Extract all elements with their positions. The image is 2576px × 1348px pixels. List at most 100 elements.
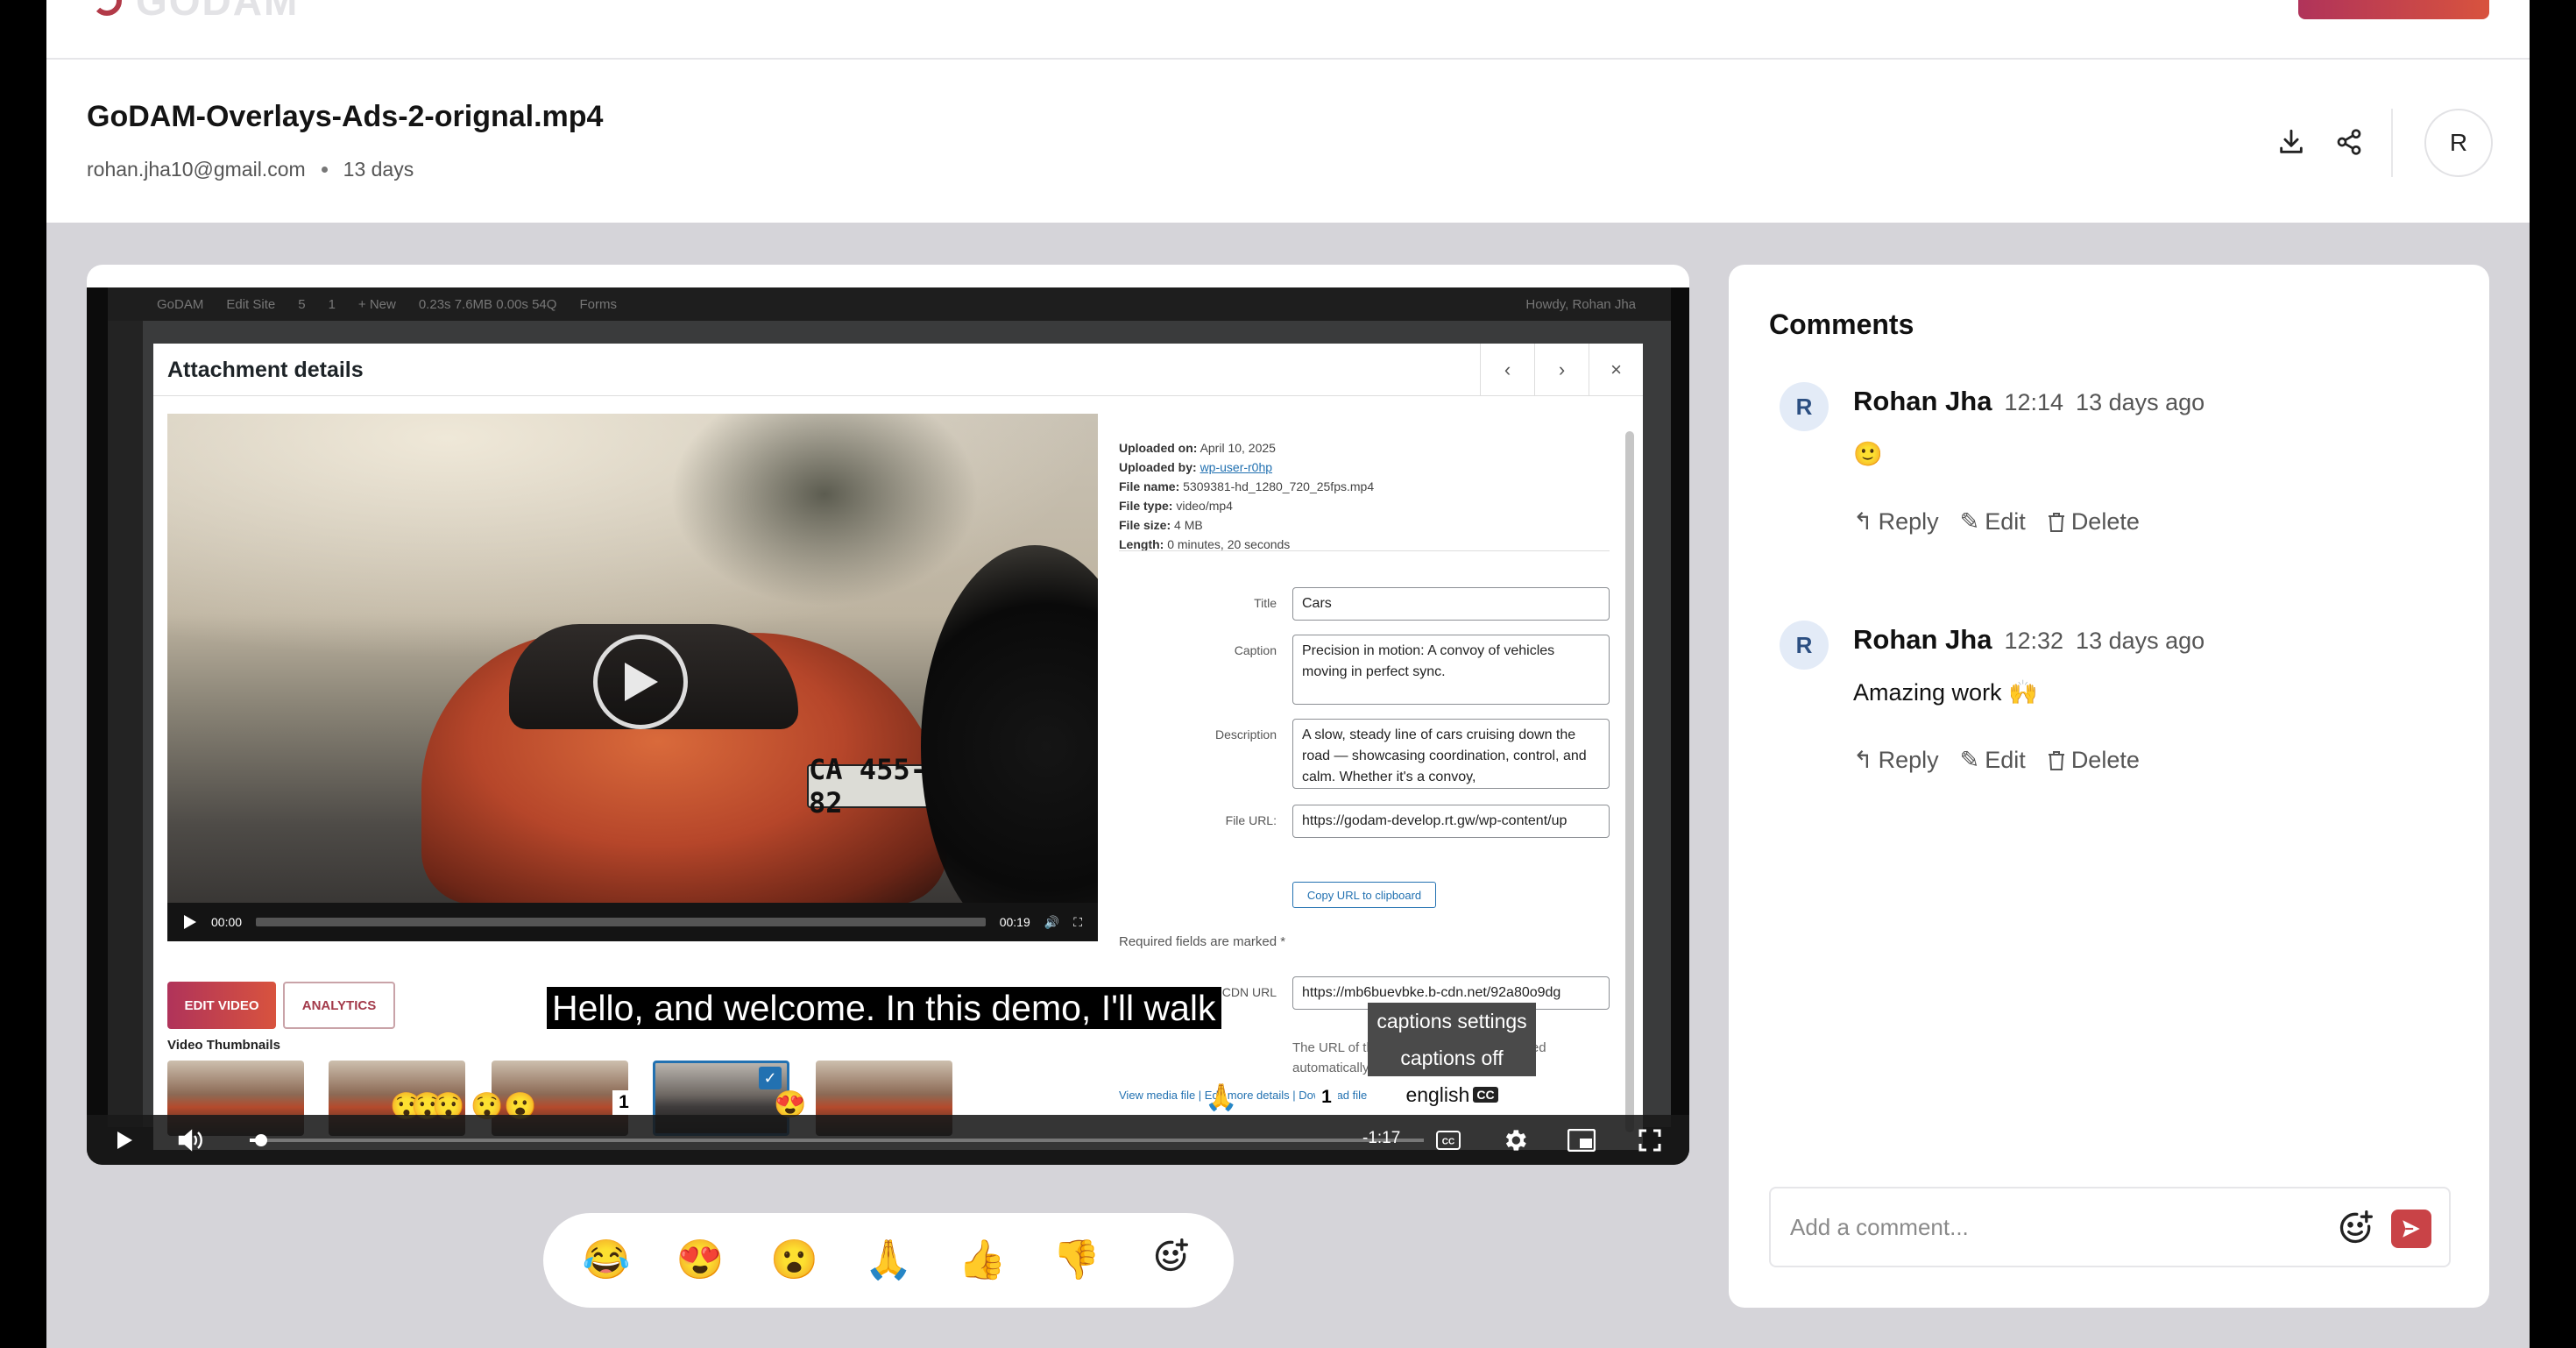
app-shell: GODAM GoDAM-Overlays-Ads-2-orignal.mp4 r… [46,0,2530,1348]
wp-bar-item: 5 [298,296,306,312]
avatar: R [1780,621,1829,670]
emoji-picker-icon[interactable] [2333,1206,2377,1250]
inner-video-frame: CA 455-82 00:00 00:19 🔊 ⛶ [167,414,1098,941]
meta-length: 0 minutes, 20 seconds [1167,537,1291,551]
pencil-icon: ✎ [1959,747,1980,773]
file-header: GoDAM-Overlays-Ads-2-orignal.mp4 rohan.j… [46,60,2530,223]
user-avatar[interactable]: R [2424,109,2493,177]
inner-play-icon [184,915,196,929]
scene-palm [658,414,991,615]
meta-divider [1119,550,1610,551]
video-progress-bar[interactable] [250,1139,1424,1142]
meta-label: File type: [1119,499,1173,513]
progress-scrubber[interactable] [255,1134,268,1146]
field-label: Description [1214,727,1277,741]
meta-label: File name: [1119,479,1180,493]
logo[interactable]: GODAM [92,0,299,25]
delete-button[interactable]: Delete [2047,747,2140,774]
reaction-wow-button[interactable]: 😮 [768,1239,821,1281]
captions-settings-item[interactable]: captions settings [1368,1003,1536,1039]
reply-button[interactable]: ↰ Reply [1853,508,1939,536]
edit-button[interactable]: ✎ Edit [1960,747,2026,774]
reply-icon: ↰ [1853,508,1873,535]
add-reaction-icon[interactable] [1144,1237,1197,1284]
send-button[interactable] [2391,1210,2431,1248]
comment-author: Rohan Jha [1853,386,1992,416]
send-icon [2403,1220,2420,1238]
modal-header: Attachment details ‹ › × [153,344,1643,396]
meta-label: Uploaded on: [1119,441,1198,455]
video-player[interactable]: GoDAM Edit Site 5 1 + New 0.23s 7.6MB 0.… [87,287,1689,1165]
pencil-icon: ✎ [1959,508,1980,535]
caption-field: Precision in motion: A convoy of vehicle… [1292,635,1610,705]
trash-icon [2048,750,2064,770]
delete-button[interactable]: Delete [2047,508,2140,536]
captions-english-label: english [1405,1082,1470,1106]
meta-file-type: video/mp4 [1176,499,1233,513]
meta-label: Uploaded by: [1119,460,1197,474]
wp-admin-sidebar [108,321,143,1127]
picture-in-picture-icon[interactable] [1564,1125,1599,1155]
meta-label: File size: [1119,518,1171,532]
comment-author: Rohan Jha [1853,624,1992,655]
comment-timestamp[interactable]: 12:32 [2004,628,2063,655]
meta-label: Length: [1119,537,1164,551]
wp-bar-item: + New [357,296,396,312]
reply-button[interactable]: ↰ Reply [1853,747,1939,774]
top-navbar: GODAM [46,0,2530,60]
share-icon[interactable] [2328,121,2370,163]
comment-timestamp[interactable]: 12:14 [2004,389,2063,416]
cc-badge: CC [1473,1087,1498,1103]
thumbnails-label: Video Thumbnails [167,1038,280,1053]
reaction-thumbs-down-button[interactable]: 👎 [1051,1239,1103,1281]
logo-text: GODAM [136,0,300,24]
download-icon[interactable] [2270,121,2312,163]
top-action-button[interactable] [2298,0,2489,19]
copy-url-button: Copy URL to clipboard [1292,882,1436,908]
avatar: R [1780,382,1829,431]
description-field: A slow, steady line of cars cruising dow… [1292,719,1610,789]
meta-uploaded-on: April 10, 2025 [1200,441,1276,455]
file-age: 13 days [343,158,414,181]
inner-fullscreen-icon: ⛶ [1073,914,1082,929]
captions-off-item[interactable]: captions off [1368,1039,1536,1076]
modal-close-icon: × [1589,344,1643,396]
volume-icon[interactable] [173,1125,208,1155]
field-label: Caption [1234,643,1277,657]
reaction-pray-button[interactable]: 🙏 [862,1239,915,1281]
play-overlay-icon [593,635,688,729]
inner-time-start: 00:00 [211,915,243,929]
time-remaining: -1:17 [1362,1129,1401,1147]
settings-gear-icon[interactable] [1497,1125,1532,1155]
video-controls: -1:17 CC [87,1115,1689,1165]
play-icon[interactable] [110,1125,139,1155]
captions-english-item[interactable]: english CC [1368,1076,1536,1113]
check-icon: ✓ [759,1067,782,1089]
title-field: Cars [1292,587,1610,621]
reaction-thumbs-up-button[interactable]: 👍 [956,1239,1008,1281]
wp-bar-item: GoDAM [157,296,204,312]
inner-volume-icon: 🔊 [1044,914,1060,929]
reaction-overlay-face: 🙏 [1205,1083,1238,1112]
reply-label: Reply [1878,747,1939,773]
comment-age: 13 days ago [2076,389,2205,415]
author-email: rohan.jha10@gmail.com [87,158,306,181]
comment-input[interactable] [1790,1210,2316,1245]
svg-text:CC: CC [1442,1138,1454,1147]
edit-button[interactable]: ✎ Edit [1960,508,2026,536]
reaction-laugh-button[interactable]: 😂 [580,1239,633,1281]
separator-dot [321,167,328,173]
inner-time-end: 00:19 [999,915,1030,929]
delete-label: Delete [2070,747,2140,773]
comment-age: 13 days ago [2076,628,2205,654]
inner-progress [256,918,986,926]
fullscreen-icon[interactable] [1632,1125,1667,1155]
page-title: GoDAM-Overlays-Ads-2-orignal.mp4 [87,100,604,133]
reaction-love-button[interactable]: 😍 [674,1239,726,1281]
modal-scrollbar [1625,431,1634,1132]
comments-title: Comments [1769,309,1914,340]
wp-bar-item: 0.23s 7.6MB 0.00s 54Q [418,296,557,312]
captions-icon[interactable]: CC [1433,1125,1464,1155]
reply-label: Reply [1878,508,1939,535]
meta-uploaded-by: wp-user-r0hp [1200,460,1273,474]
